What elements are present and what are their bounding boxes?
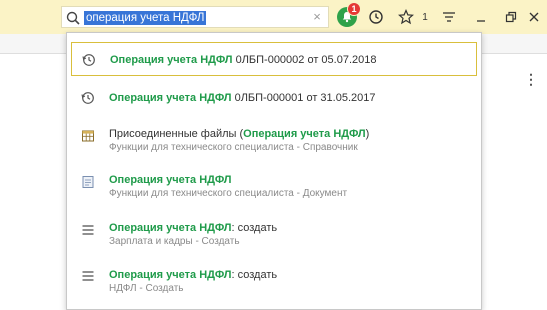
search-input[interactable]: операция учета НДФЛ × xyxy=(61,6,329,28)
search-results-dropdown: Операция учета НДФЛ 0ЛБП-000002 от 05.07… xyxy=(66,32,482,310)
notifications-badge: 1 xyxy=(347,2,361,16)
result-title: Операция учета НДФЛ: создать xyxy=(109,269,278,281)
document-icon xyxy=(82,176,94,188)
search-result-item[interactable]: Операция учета НДФЛ Функции для техничес… xyxy=(71,167,477,203)
result-subtitle: Функции для технического специалиста - С… xyxy=(109,142,358,153)
search-result-item[interactable]: Операция учета НДФЛ: создать НДФЛ - Созд… xyxy=(71,261,477,297)
result-title: Операция учета НДФЛ: создать xyxy=(109,222,278,234)
result-subtitle: Зарплата и кадры - Создать xyxy=(109,236,240,247)
search-query[interactable]: операция учета НДФЛ xyxy=(84,11,207,25)
history-icon xyxy=(369,10,383,24)
search-result-item[interactable]: Операция учета НДФЛ: создать Зарплата и … xyxy=(71,215,477,251)
top-bar: операция учета НДФЛ × 1 1 xyxy=(0,0,547,34)
close-button[interactable] xyxy=(527,5,541,29)
list-icon xyxy=(82,271,94,281)
close-icon xyxy=(529,12,539,22)
favorites-count: 1 xyxy=(422,11,428,23)
restore-button[interactable] xyxy=(503,5,519,29)
history-button[interactable] xyxy=(366,5,386,29)
search-result-item[interactable]: Операция учета НДФЛ 0ЛБП-000001 от 31.05… xyxy=(71,83,477,113)
result-title: Присоединенные файлы (Операция учета НДФ… xyxy=(109,128,370,140)
result-title: Операция учета НДФЛ 0ЛБП-000002 от 05.07… xyxy=(110,54,377,66)
history-icon xyxy=(82,54,95,66)
table-icon xyxy=(82,130,94,142)
minimize-button[interactable] xyxy=(474,5,488,29)
favorites-button[interactable] xyxy=(396,5,416,29)
notifications-button[interactable]: 1 xyxy=(335,2,361,29)
search-result-item[interactable]: Операция учета НДФЛ 0ЛБП-000002 от 05.07… xyxy=(71,42,477,76)
restore-icon xyxy=(505,11,517,23)
result-subtitle: Функции для технического специалиста - Д… xyxy=(109,188,348,199)
main-menu-button[interactable] xyxy=(440,5,458,29)
search-result-item[interactable]: Присоединенные файлы (Операция учета НДФ… xyxy=(71,121,477,157)
clear-search-button[interactable]: × xyxy=(310,10,324,24)
history-icon xyxy=(81,92,94,104)
result-title: Операция учета НДФЛ 0ЛБП-000001 от 31.05… xyxy=(109,92,376,104)
more-menu-icon[interactable]: ⋮ xyxy=(524,72,538,86)
menu-icon xyxy=(443,12,455,22)
star-icon xyxy=(398,9,414,25)
result-subtitle: НДФЛ - Создать xyxy=(109,283,184,294)
result-title: Операция учета НДФЛ xyxy=(109,174,232,186)
search-icon xyxy=(66,11,80,25)
minimize-icon xyxy=(477,20,485,22)
list-icon xyxy=(82,225,94,235)
